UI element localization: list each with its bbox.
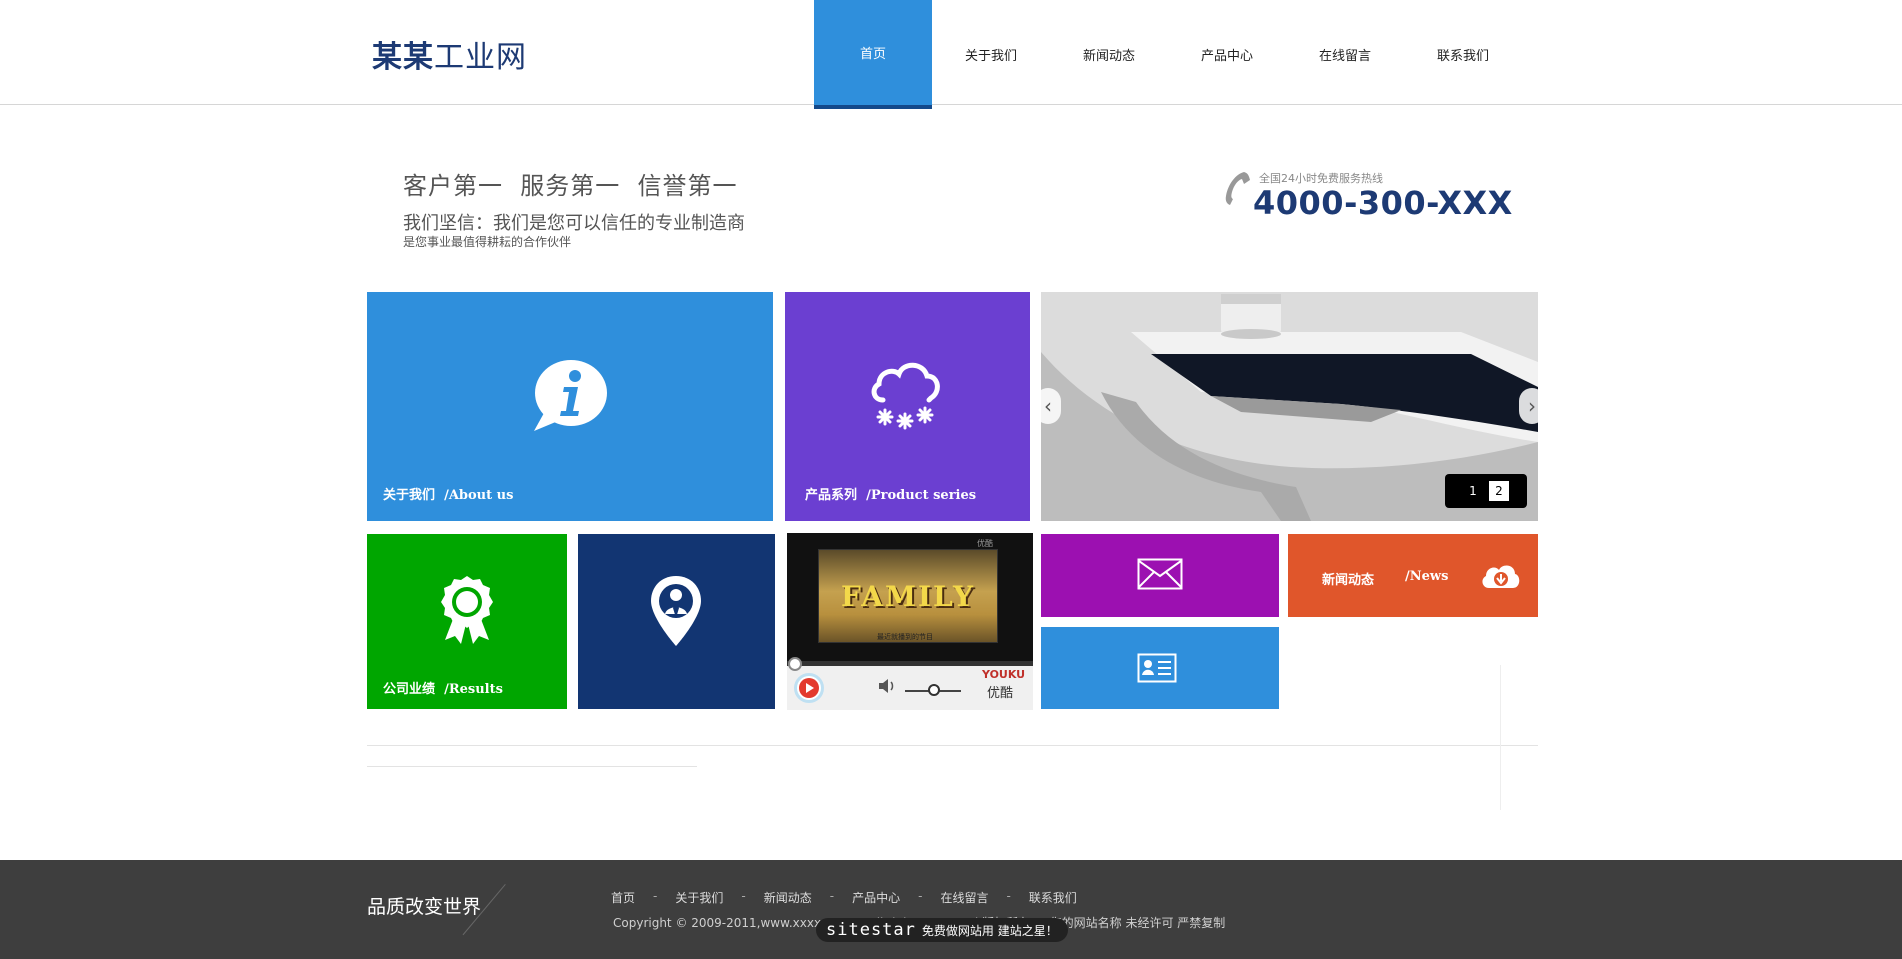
nav-home[interactable]: 首页 <box>814 0 932 109</box>
footer-link-home[interactable]: 首页 <box>611 889 635 906</box>
tile-results[interactable]: 公司业绩 /Results <box>367 534 567 709</box>
footer-link-about[interactable]: 关于我们 <box>675 889 723 906</box>
header: 某某工业网 首页 关于我们 新闻动态 产品中心 在线留言 联系我们 <box>0 0 1902 109</box>
slogan-main: 客户第一 服务第一 信誉第一 <box>403 172 738 200</box>
slider-prev-button[interactable]: ‹ <box>1041 388 1061 424</box>
sitestar-text: 免费做网站用 建站之星！ <box>921 923 1058 938</box>
site-logo[interactable]: 某某工业网 <box>372 32 527 76</box>
footer-link-products[interactable]: 产品中心 <box>852 889 900 906</box>
nav-contact[interactable]: 联系我们 <box>1404 0 1522 109</box>
footer-link-message[interactable]: 在线留言 <box>940 889 988 906</box>
tile-news-en: /News <box>1405 569 1449 584</box>
sitestar-badge[interactable]: sitestar 免费做网站用 建站之星！ <box>816 918 1068 942</box>
image-slider[interactable]: ‹ › 1 2 <box>1041 292 1538 521</box>
tile-product[interactable]: 产品系列 /Product series <box>785 292 1030 521</box>
video-progress-knob[interactable] <box>788 657 802 671</box>
youku-cn-label: 优酷 <box>987 686 1014 701</box>
footer-link-contact[interactable]: 联系我们 <box>1029 889 1077 906</box>
footer-link-news[interactable]: 新闻动态 <box>764 889 812 906</box>
page: 某某工业网 首页 关于我们 新闻动态 产品中心 在线留言 联系我们 客户第一 服… <box>0 0 1902 959</box>
nav-products[interactable]: 产品中心 <box>1168 0 1286 109</box>
slider-pager: 1 2 <box>1445 474 1527 508</box>
hotline-number: 4000-300-XXX <box>1253 184 1513 222</box>
tile-mail[interactable] <box>1041 534 1279 617</box>
cloud-snow-icon <box>871 362 940 430</box>
play-icon <box>799 678 819 698</box>
divider-line <box>367 745 1538 746</box>
cloud-download-icon <box>1482 565 1520 588</box>
footer-separator: - <box>653 889 658 903</box>
divider-line-short <box>367 766 697 767</box>
tile-location[interactable] <box>578 534 775 709</box>
slogan-sub: 我们坚信：我们是您可以信任的专业制造商 <box>403 213 745 234</box>
tile-contact-card[interactable] <box>1041 627 1279 709</box>
volume-icon[interactable] <box>877 677 897 695</box>
slider-next-button[interactable]: › <box>1519 388 1538 424</box>
video-player[interactable]: 优酷 FAMILY 最近就播到的节目 YOUKU 优酷 <box>787 533 1033 710</box>
footer-slogan: 品质改变世界 <box>367 896 482 918</box>
footer-separator: - <box>741 889 746 903</box>
info-bubble-icon <box>534 360 607 431</box>
tile-news-label: 新闻动态 <box>1322 573 1375 588</box>
footer: 品质改变世界 首页 - 关于我们 - 新闻动态 - 产品中心 - 在线留言 - 联系我们 … <box>0 860 1902 959</box>
nav-news[interactable]: 新闻动态 <box>1050 0 1168 109</box>
tile-product-caption: 产品系列 /Product series <box>805 488 977 503</box>
youku-logo: YOUKU <box>982 668 1026 681</box>
footer-separator: - <box>1006 889 1011 903</box>
contact-card-icon <box>1137 653 1177 683</box>
footer-separator: - <box>918 889 923 903</box>
mail-icon <box>1137 558 1183 590</box>
sitestar-logo: sitestar <box>826 920 916 940</box>
tile-news[interactable]: 新闻动态 /News <box>1288 534 1538 617</box>
divider-vertical <box>1500 665 1501 810</box>
phone-icon <box>1225 172 1250 205</box>
tile-about-caption: 关于我们 /About us <box>383 488 514 503</box>
video-progress-bar[interactable] <box>787 657 1033 671</box>
video-title: FAMILY <box>841 580 975 613</box>
nav-message[interactable]: 在线留言 <box>1286 0 1404 109</box>
video-thumbnail[interactable]: FAMILY 最近就播到的节目 <box>818 549 998 643</box>
footer-separator: - <box>829 889 835 903</box>
location-person-icon <box>651 576 701 646</box>
slogan-small: 是您事业最值得耕耘的合作伙伴 <box>403 235 572 249</box>
video-source-label: 优酷 <box>977 539 993 548</box>
video-controls: YOUKU 优酷 <box>787 657 1033 710</box>
volume-knob[interactable] <box>928 684 940 696</box>
tile-about[interactable]: 关于我们 /About us <box>367 292 773 521</box>
video-subtitle: 最近就播到的节目 <box>877 633 933 641</box>
slider-page-2[interactable]: 2 <box>1489 481 1509 501</box>
main-nav: 首页 关于我们 新闻动态 产品中心 在线留言 联系我们 <box>814 0 1522 109</box>
nav-about[interactable]: 关于我们 <box>932 0 1050 109</box>
tile-results-caption: 公司业绩 /Results <box>383 682 503 697</box>
slider-page-1[interactable]: 1 <box>1463 481 1483 501</box>
award-ribbon-icon <box>441 576 493 644</box>
footer-links: 首页 - 关于我们 - 新闻动态 - 产品中心 - 在线留言 - 联系我们 <box>611 889 1077 906</box>
play-button[interactable] <box>794 673 824 703</box>
